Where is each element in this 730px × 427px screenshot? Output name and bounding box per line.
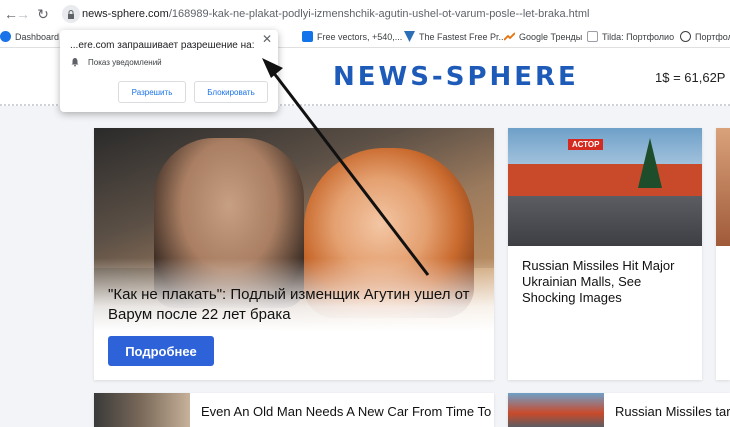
tilda-icon [587, 31, 598, 42]
hero-title[interactable]: "Как не плакать": Подлый изменщик Агутин… [108, 285, 483, 325]
bookmark-trends[interactable]: Google Тренды [503, 31, 583, 42]
bookmark-dashboard[interactable]: Dashboard | [0, 31, 64, 42]
article-title[interactable]: Russian Missiles targ... [615, 404, 730, 420]
lock-icon[interactable] [62, 5, 80, 23]
bookmark-tilda[interactable]: Tilda: Портфолио [587, 31, 674, 42]
freepik-icon [302, 31, 313, 42]
article-card-partial[interactable] [716, 128, 730, 380]
block-button[interactable]: Блокировать [194, 81, 268, 103]
article-image [94, 393, 190, 427]
site-logo[interactable]: NEWS-SPHERE [333, 62, 579, 92]
reload-icon[interactable]: ↻ [34, 5, 52, 23]
url-host: news-sphere.com [82, 8, 169, 20]
bookmark-label: Tilda: Портфолио [602, 31, 675, 42]
store-sign: АСТОР [568, 139, 604, 150]
vpn-icon [404, 31, 415, 42]
article-title[interactable]: Even An Old Man Needs A New Car From Tim… [201, 404, 494, 420]
popup-title: ...ere.com запрашивает разрешение на: [70, 40, 255, 51]
article-image [508, 393, 604, 427]
bookmark-vpn[interactable]: The Fastest Free Pr... [404, 31, 506, 42]
article-card[interactable]: Russian Missiles targ... [508, 393, 730, 427]
article-image: АСТОР [508, 128, 702, 246]
address-bar[interactable]: news-sphere.com/168989-kak-ne-plakat-pod… [62, 4, 589, 24]
trends-icon [503, 31, 516, 42]
bookmark-label: Free vectors, +540,... [317, 31, 403, 42]
forward-icon[interactable]: → [14, 5, 32, 23]
bookmark-label: Портфол [695, 31, 730, 42]
bookmark-label: Dashboard | [15, 31, 64, 42]
popup-permission-item: Показ уведомлений [88, 58, 162, 67]
globe-icon [0, 31, 11, 42]
hero-article[interactable]: "Как не плакать": Подлый изменщик Агутин… [94, 128, 494, 380]
bookmark-label: The Fastest Free Pr... [419, 31, 507, 42]
read-more-button[interactable]: Подробнее [108, 336, 214, 366]
url-path: /168989-kak-ne-plakat-podlyi-izmenshchik… [168, 8, 590, 20]
bell-icon [71, 58, 79, 67]
portfolio-icon [680, 31, 691, 42]
bookmark-label: Google Тренды [519, 31, 583, 42]
currency-rate: 1$ = 61,62Р [655, 70, 726, 85]
allow-button[interactable]: Разрешить [118, 81, 186, 103]
notification-permission-popup: ...ere.com запрашивает разрешение на: ✕ … [60, 30, 278, 112]
article-card[interactable]: АСТОР Russian Missiles Hit Major Ukraini… [508, 128, 702, 380]
close-icon[interactable]: ✕ [262, 32, 272, 46]
article-card[interactable]: Even An Old Man Needs A New Car From Tim… [94, 393, 494, 427]
bookmark-portfolio[interactable]: Портфол [680, 31, 730, 42]
article-title[interactable]: Russian Missiles Hit Major Ukrainian Mal… [522, 258, 692, 306]
bookmark-freepik[interactable]: Free vectors, +540,... [302, 31, 402, 42]
browser-toolbar: ← → ↻ news-sphere.com/168989-kak-ne-plak… [0, 0, 730, 28]
